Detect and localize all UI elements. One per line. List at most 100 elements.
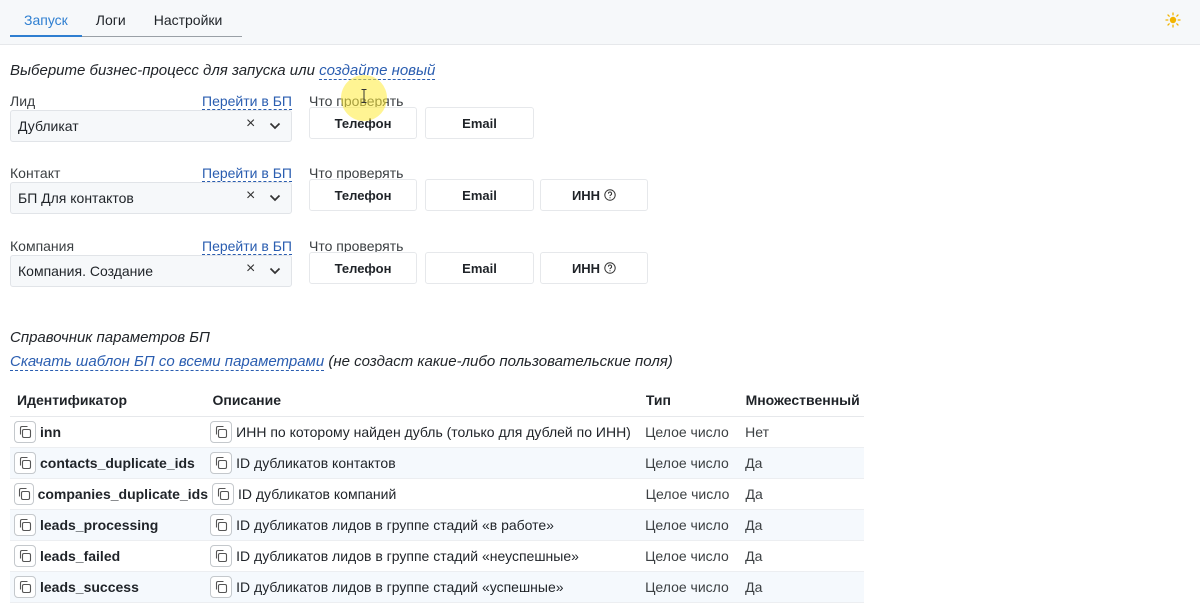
header-id: Идентификатор <box>17 392 128 408</box>
clear-icon[interactable]: × <box>246 187 255 205</box>
copy-icon[interactable] <box>14 421 36 443</box>
params-table: Идентификатор Описание Тип Множественный… <box>10 384 864 603</box>
cell-desc: ID дубликатов лидов в группе стадий «усп… <box>206 576 641 598</box>
reference-title: Справочник параметров БП <box>10 329 210 346</box>
select-value: Компания. Создание <box>18 263 153 279</box>
copy-icon[interactable] <box>14 576 36 598</box>
cell-desc: ID дубликатов компаний <box>208 483 642 505</box>
table-row: inn ИНН по которому найден дубль (только … <box>10 417 864 448</box>
table-row: leads_processing ID дубликатов лидов в гр… <box>10 510 864 541</box>
check-inn-button[interactable]: ИНН <box>540 252 648 284</box>
param-id: companies_duplicate_ids <box>37 486 208 502</box>
chevron-down-icon[interactable] <box>269 192 281 204</box>
top-bar: Запуск Логи Настройки <box>0 0 1200 45</box>
table-row: companies_duplicate_ids ID дубликатов ком… <box>10 479 864 510</box>
chevron-down-icon[interactable] <box>269 265 281 277</box>
param-type: Целое число <box>645 517 729 533</box>
goto-bp-link[interactable]: Перейти в БП <box>202 238 292 255</box>
copy-icon[interactable] <box>210 452 233 474</box>
help-icon[interactable] <box>604 189 616 201</box>
header-type: Тип <box>645 392 671 408</box>
cell-id: leads_failed <box>10 545 206 567</box>
cell-desc: ID дубликатов лидов в группе стадий «неу… <box>206 545 641 567</box>
copy-icon[interactable] <box>14 452 36 474</box>
param-multiple: Да <box>745 455 763 471</box>
clear-icon[interactable]: × <box>246 115 255 133</box>
param-multiple: Да <box>745 548 763 564</box>
process-select[interactable]: Компания. Создание × <box>10 255 292 287</box>
intro-label: Выберите бизнес-процесс для запуска или <box>10 62 320 79</box>
param-desc: ID дубликатов компаний <box>238 486 397 502</box>
process-block-lead: Лид Перейти в БП Что проверять Дубликат … <box>10 93 650 153</box>
tab-launch[interactable]: Запуск <box>10 0 82 37</box>
select-value: БП Для контактов <box>18 190 134 206</box>
entity-label: Контакт <box>10 165 61 181</box>
param-multiple: Нет <box>745 424 769 440</box>
header-multiple: Множественный <box>745 392 860 408</box>
cell-id: contacts_duplicate_ids <box>10 452 206 474</box>
text-cursor-icon <box>361 89 367 103</box>
process-block-company: Компания Перейти в БП Что проверять Комп… <box>10 238 650 298</box>
create-new-link[interactable]: создайте новый <box>319 62 436 80</box>
check-phone-button[interactable]: Телефон <box>309 252 417 284</box>
goto-bp-link[interactable]: Перейти в БП <box>202 165 292 182</box>
cell-desc: ID дубликатов контактов <box>206 452 641 474</box>
copy-icon[interactable] <box>212 483 234 505</box>
goto-bp-link[interactable]: Перейти в БП <box>202 93 292 110</box>
process-select[interactable]: Дубликат × <box>10 110 292 142</box>
download-note: (не создаст какие-либо пользовательские … <box>324 353 673 370</box>
cell-desc: ID дубликатов лидов в группе стадий «в р… <box>206 514 641 536</box>
param-desc: ID дубликатов контактов <box>236 455 396 471</box>
header-desc: Описание <box>212 392 282 408</box>
param-multiple: Да <box>745 517 763 533</box>
param-type: Целое число <box>645 424 729 440</box>
param-id: inn <box>40 424 61 440</box>
sun-icon[interactable] <box>1165 12 1181 28</box>
check-phone-button[interactable]: Телефон <box>309 179 417 211</box>
cell-id: inn <box>10 421 206 443</box>
check-email-button[interactable]: Email <box>425 107 534 139</box>
process-select[interactable]: БП Для контактов × <box>10 182 292 214</box>
inn-label: ИНН <box>571 187 601 203</box>
cell-id: leads_success <box>10 576 206 598</box>
process-block-contact: Контакт Перейти в БП Что проверять БП Дл… <box>10 165 650 225</box>
param-type: Целое число <box>645 486 730 502</box>
copy-icon[interactable] <box>210 421 233 443</box>
copy-icon[interactable] <box>210 514 233 536</box>
cell-desc: ИНН по которому найден дубль (только для… <box>206 421 641 443</box>
entity-label: Компания <box>10 238 75 254</box>
copy-icon[interactable] <box>14 514 36 536</box>
download-template-link[interactable]: Скачать шаблон БП со всеми параметрами <box>10 353 325 371</box>
reference-download-line: Скачать шаблон БП со всеми параметрами (… <box>10 353 673 371</box>
param-desc: ИНН по которому найден дубль (только для… <box>236 424 631 440</box>
inn-label: ИНН <box>571 260 601 276</box>
copy-icon[interactable] <box>210 576 233 598</box>
table-header: Идентификатор Описание Тип Множественный <box>10 384 864 417</box>
clear-icon[interactable]: × <box>246 260 255 278</box>
table-row: leads_failed ID дубликатов лидов в группе… <box>10 541 864 572</box>
select-value: Дубликат <box>18 118 79 134</box>
cell-id: leads_processing <box>10 514 206 536</box>
tab-settings[interactable]: Настройки <box>140 0 237 36</box>
check-email-button[interactable]: Email <box>425 179 534 211</box>
entity-label: Лид <box>10 93 36 109</box>
param-id: contacts_duplicate_ids <box>40 455 195 471</box>
copy-icon[interactable] <box>14 483 34 505</box>
help-icon[interactable] <box>604 262 616 274</box>
copy-icon[interactable] <box>14 545 36 567</box>
param-desc: ID дубликатов лидов в группе стадий «в р… <box>236 517 554 533</box>
param-type: Целое число <box>645 455 729 471</box>
param-desc: ID дубликатов лидов в группе стадий «неу… <box>236 548 579 564</box>
tab-logs[interactable]: Логи <box>82 0 140 36</box>
tab-bar: Запуск Логи Настройки <box>10 0 242 37</box>
param-multiple: Да <box>745 486 763 502</box>
cell-id: companies_duplicate_ids <box>10 483 208 505</box>
chevron-down-icon[interactable] <box>269 120 281 132</box>
check-email-button[interactable]: Email <box>425 252 534 284</box>
table-row: contacts_duplicate_ids ID дубликатов конт… <box>10 448 864 479</box>
param-type: Целое число <box>645 548 729 564</box>
table-row: leads_success ID дубликатов лидов в групп… <box>10 572 864 603</box>
check-inn-button[interactable]: ИНН <box>540 179 648 211</box>
param-id: leads_processing <box>40 517 159 533</box>
copy-icon[interactable] <box>210 545 233 567</box>
